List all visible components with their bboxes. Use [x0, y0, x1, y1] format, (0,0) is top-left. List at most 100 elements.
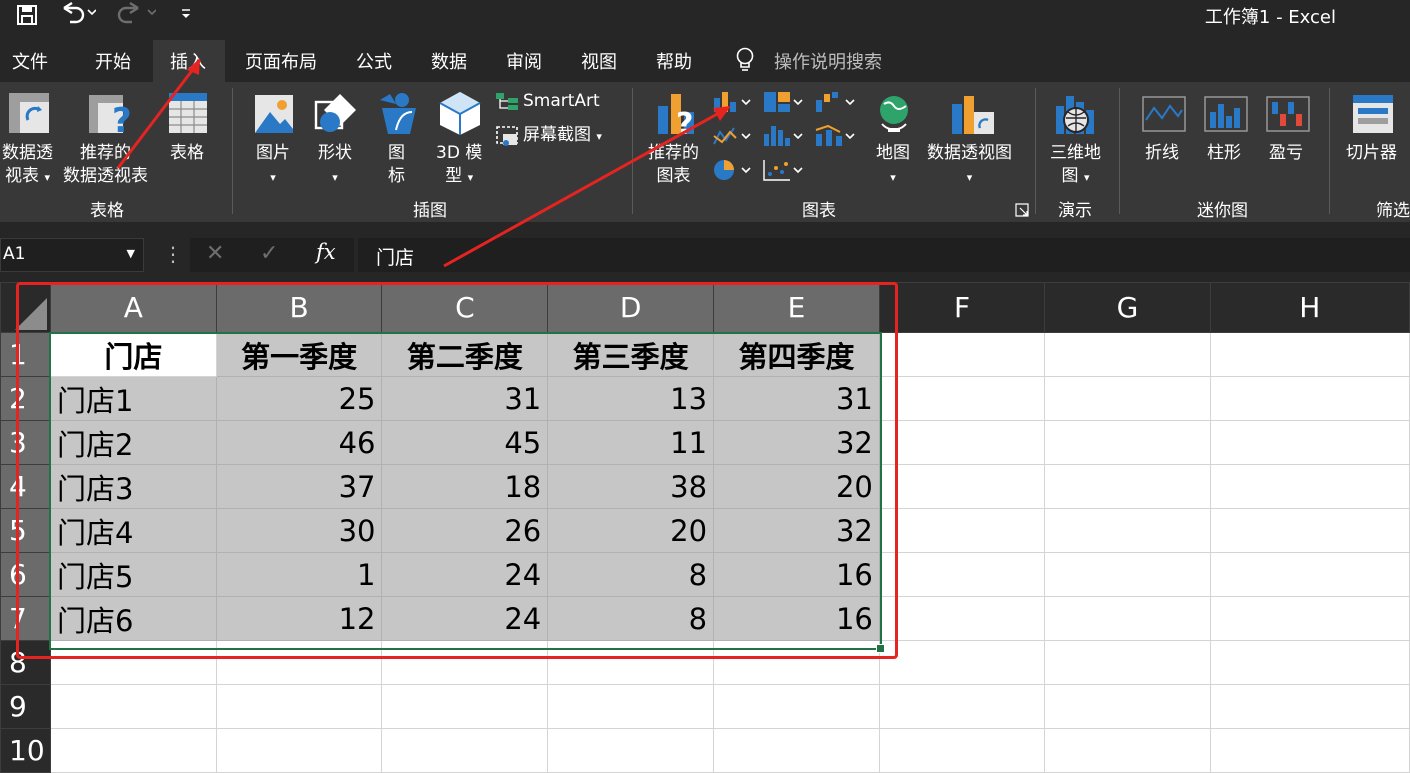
cell[interactable]: [1209, 684, 1410, 729]
shapes-button[interactable]: 形状 ▾: [318, 142, 352, 189]
icons-icon[interactable]: [376, 90, 420, 140]
cell[interactable]: [1209, 332, 1410, 377]
pie-chart-icon[interactable]: [712, 158, 752, 186]
more-options-icon[interactable]: ⋮: [163, 242, 183, 266]
line-chart-icon[interactable]: [712, 124, 752, 152]
cell-b1[interactable]: 第一季度: [215, 332, 383, 377]
cell[interactable]: [381, 640, 549, 685]
3d-model-button[interactable]: 3D 模型 ▾: [436, 142, 482, 189]
row-header-4[interactable]: 4: [0, 464, 51, 509]
table-button-label[interactable]: 表格: [170, 142, 204, 165]
formula-input[interactable]: 门店: [358, 238, 1410, 272]
recommended-charts-icon[interactable]: ?: [656, 92, 702, 142]
cell[interactable]: [878, 376, 1046, 421]
row-header-3[interactable]: 3: [0, 420, 51, 465]
screenshot-button[interactable]: 屏幕截图 ▾: [523, 124, 602, 148]
sparkline-line-icon[interactable]: [1142, 96, 1186, 136]
cell-d5[interactable]: 20: [547, 508, 715, 553]
row-header-2[interactable]: 2: [0, 376, 51, 421]
cell[interactable]: [215, 684, 383, 729]
cell-d6[interactable]: 8: [547, 552, 715, 597]
fill-handle[interactable]: [876, 644, 885, 653]
cell-a1[interactable]: 门店: [49, 332, 217, 377]
cell[interactable]: [713, 728, 880, 773]
3d-map-button[interactable]: 三维地图 ▾: [1050, 142, 1101, 189]
cell[interactable]: [878, 508, 1046, 553]
row-header-5[interactable]: 5: [0, 508, 51, 553]
tab-view[interactable]: 视图: [581, 48, 617, 74]
cell-c2[interactable]: 31: [381, 376, 549, 421]
table-icon[interactable]: [168, 92, 208, 138]
cell-b2[interactable]: 25: [215, 376, 383, 421]
cell-d3[interactable]: 11: [547, 420, 715, 465]
cell[interactable]: [381, 728, 549, 773]
cell-b7[interactable]: 12: [215, 596, 383, 641]
recommended-pivot-button[interactable]: 推荐的 数据透视表: [63, 142, 148, 188]
cell[interactable]: [1044, 332, 1211, 377]
pictures-button[interactable]: 图片 ▾: [256, 142, 290, 189]
sparkline-column-icon[interactable]: [1204, 96, 1248, 136]
cell[interactable]: [1044, 640, 1211, 685]
tab-data[interactable]: 数据: [431, 48, 467, 74]
search-input[interactable]: 操作说明搜索: [774, 48, 882, 74]
cell[interactable]: [713, 640, 880, 685]
cell-a6[interactable]: 门店5: [49, 552, 217, 597]
icons-button[interactable]: 图标: [388, 142, 405, 188]
row-header-1[interactable]: 1: [0, 332, 51, 377]
cell-a2[interactable]: 门店1: [49, 376, 217, 421]
cell[interactable]: [215, 640, 383, 685]
customize-icon[interactable]: [180, 2, 192, 27]
cell-a4[interactable]: 门店3: [49, 464, 217, 509]
row-header-9[interactable]: 9: [0, 684, 51, 729]
column-header-f[interactable]: F: [878, 282, 1046, 333]
cell[interactable]: [1209, 464, 1410, 509]
scatter-chart-icon[interactable]: [762, 158, 806, 186]
lightbulb-icon[interactable]: [735, 47, 755, 77]
enter-icon[interactable]: ✓: [260, 241, 278, 266]
cell-b6[interactable]: 1: [215, 552, 383, 597]
picture-icon[interactable]: [254, 94, 294, 138]
sparkline-column-label[interactable]: 柱形: [1207, 142, 1241, 165]
smartart-icon[interactable]: [495, 92, 519, 116]
tab-help[interactable]: 帮助: [656, 48, 692, 74]
row-header-6[interactable]: 6: [0, 552, 51, 597]
sparkline-line-label[interactable]: 折线: [1145, 142, 1179, 165]
smartart-button-label[interactable]: SmartArt: [523, 90, 600, 113]
cell[interactable]: [547, 640, 715, 685]
cell[interactable]: [1044, 552, 1211, 597]
cell[interactable]: [1209, 508, 1410, 553]
redo-icon[interactable]: [116, 0, 157, 31]
cell[interactable]: [878, 640, 1046, 685]
shapes-icon[interactable]: [314, 92, 358, 140]
cell[interactable]: [381, 684, 549, 729]
recommended-charts-button[interactable]: 推荐的 图表: [648, 142, 699, 188]
tab-home[interactable]: 开始: [95, 48, 131, 74]
cell-d1[interactable]: 第三季度: [547, 332, 715, 377]
pivot-table-icon[interactable]: [8, 92, 50, 138]
pivot-chart-icon[interactable]: [950, 94, 996, 140]
cell-b5[interactable]: 30: [215, 508, 383, 553]
cell-e4[interactable]: 20: [713, 464, 880, 509]
cancel-icon[interactable]: ✕: [206, 241, 224, 266]
slicer-icon[interactable]: [1352, 94, 1394, 138]
combo-chart-icon[interactable]: [814, 124, 858, 152]
row-header-7[interactable]: 7: [0, 596, 51, 641]
cell-c5[interactable]: 26: [381, 508, 549, 553]
cell-a3[interactable]: 门店2: [49, 420, 217, 465]
tab-formulas[interactable]: 公式: [356, 48, 392, 74]
cell-c4[interactable]: 18: [381, 464, 549, 509]
cell[interactable]: [878, 464, 1046, 509]
tab-review[interactable]: 审阅: [506, 48, 542, 74]
save-icon[interactable]: [16, 4, 38, 31]
cell[interactable]: [1209, 640, 1410, 685]
cell-e5[interactable]: 32: [713, 508, 880, 553]
cell[interactable]: [1044, 376, 1211, 421]
waterfall-chart-icon[interactable]: [814, 90, 858, 118]
cell[interactable]: [1044, 464, 1211, 509]
cell[interactable]: [1209, 420, 1410, 465]
cell[interactable]: [547, 684, 715, 729]
cell-d7[interactable]: 8: [547, 596, 715, 641]
sparkline-winloss-icon[interactable]: [1266, 96, 1310, 136]
column-header-c[interactable]: C: [381, 282, 549, 333]
name-box[interactable]: A1 ▼: [0, 238, 144, 272]
